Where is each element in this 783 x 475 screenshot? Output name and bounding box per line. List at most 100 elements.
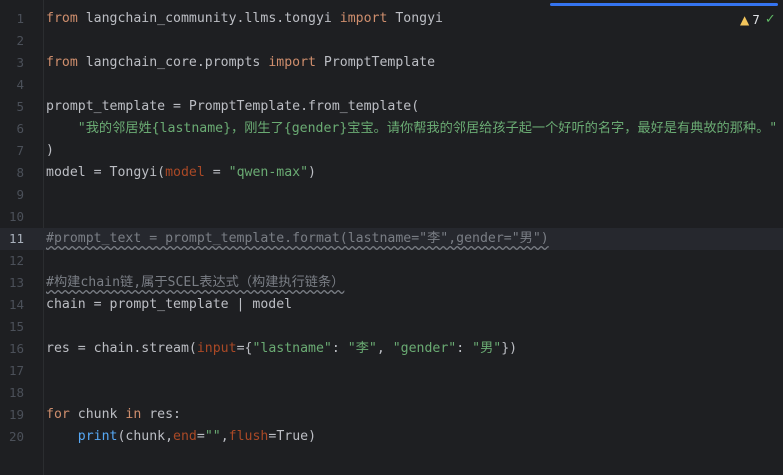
line-number: 1 bbox=[16, 11, 24, 26]
line-number: 8 bbox=[16, 165, 24, 180]
warning-triangle-icon: ▲ bbox=[740, 12, 750, 27]
code-token: chain = prompt_template | model bbox=[46, 297, 293, 312]
code-line[interactable]: 17 bbox=[0, 360, 783, 382]
double-check-icon: ✓ bbox=[764, 12, 776, 27]
code-token: in bbox=[125, 407, 142, 422]
code-token: "男" bbox=[472, 341, 502, 356]
line-number: 14 bbox=[8, 297, 24, 312]
code-token: }) bbox=[501, 341, 518, 356]
code-token: end bbox=[173, 429, 197, 444]
code-token: import bbox=[268, 55, 316, 70]
line-number: 19 bbox=[8, 407, 24, 422]
line-number: 6 bbox=[16, 121, 24, 136]
code-text: ) bbox=[46, 140, 54, 162]
warning-count: 7 bbox=[752, 12, 760, 27]
code-line[interactable]: 1 from langchain_community.llms.tongyi im… bbox=[0, 8, 783, 30]
code-token: "" bbox=[204, 429, 221, 444]
code-token: "qwen-max" bbox=[228, 165, 309, 180]
code-token: chunk bbox=[69, 407, 126, 422]
code-text: res = chain.stream(input={"lastname": "李… bbox=[46, 338, 517, 360]
line-number: 12 bbox=[8, 253, 24, 268]
code-token: "李" bbox=[347, 341, 377, 356]
line-number: 11 bbox=[8, 231, 24, 246]
code-token: = bbox=[196, 429, 205, 444]
line-number: 20 bbox=[8, 429, 24, 444]
code-line[interactable]: 15 bbox=[0, 316, 783, 338]
line-number: 10 bbox=[8, 209, 24, 224]
code-text: chain = prompt_template | model bbox=[46, 294, 292, 316]
code-token: PromptTemplate bbox=[315, 55, 436, 70]
code-line[interactable]: 10 bbox=[0, 206, 783, 228]
code-token: flush bbox=[228, 429, 269, 444]
code-token: (chunk, bbox=[117, 429, 174, 444]
line-number: 4 bbox=[16, 77, 24, 92]
code-line[interactable]: 7) bbox=[0, 140, 783, 162]
code-token: from bbox=[46, 11, 78, 26]
code-token: , bbox=[376, 341, 393, 356]
code-line[interactable]: 5 prompt_template = PromptTemplate.from_t… bbox=[0, 96, 783, 118]
line-number: 15 bbox=[8, 319, 24, 334]
code-line[interactable]: 13 #构建chain链,属于SCEL表达式（构建执行链条） bbox=[0, 272, 783, 294]
code-line[interactable]: 16 res = chain.stream(input={"lastname": … bbox=[0, 338, 783, 360]
line-number: 5 bbox=[16, 99, 24, 114]
code-line[interactable]: 2 bbox=[0, 30, 783, 52]
line-number: 7 bbox=[16, 143, 24, 158]
code-line[interactable]: 14 chain = prompt_template | model bbox=[0, 294, 783, 316]
code-line[interactable]: 3 from langchain_core.prompts import Prom… bbox=[0, 52, 783, 74]
code-line[interactable]: 18 bbox=[0, 382, 783, 404]
code-token: "我的邻居姓{lastname}，刚生了{gender}宝宝。请你帮我的邻居给孩… bbox=[77, 121, 778, 136]
scroll-indicator[interactable] bbox=[550, 3, 778, 6]
line-number: 3 bbox=[16, 55, 24, 70]
code-token: ={ bbox=[236, 341, 253, 356]
code-text: "我的邻居姓{lastname}，刚生了{gender}宝宝。请你帮我的邻居给孩… bbox=[46, 118, 777, 140]
code-token: ) bbox=[46, 143, 54, 158]
code-token: prompt_template = PromptTemplate.from_te… bbox=[46, 99, 420, 114]
code-text: #构建chain链,属于SCEL表达式（构建执行链条） bbox=[46, 272, 344, 294]
code-token: for bbox=[46, 407, 70, 422]
code-token: res = chain.stream( bbox=[46, 341, 197, 356]
code-text: from langchain_core.prompts import Promp… bbox=[46, 52, 435, 74]
code-token: #构建chain链,属于SCEL表达式（构建执行链条） bbox=[46, 275, 345, 290]
code-text: prompt_template = PromptTemplate.from_te… bbox=[46, 96, 419, 118]
line-number: 17 bbox=[8, 363, 24, 378]
code-line[interactable]: 9 bbox=[0, 184, 783, 206]
code-line[interactable]: 12 bbox=[0, 250, 783, 272]
code-line[interactable]: 6 "我的邻居姓{lastname}，刚生了{gender}宝宝。请你帮我的邻居… bbox=[0, 118, 783, 140]
code-token: =True) bbox=[268, 429, 317, 444]
code-token: print bbox=[77, 429, 118, 444]
code-line[interactable]: 8 model = Tongyi(model = "qwen-max") bbox=[0, 162, 783, 184]
line-number: 13 bbox=[8, 275, 24, 290]
line-number: 2 bbox=[16, 33, 24, 48]
code-token: langchain_core.prompts bbox=[77, 55, 269, 70]
code-token: import bbox=[339, 11, 388, 26]
code-line[interactable]: 11 #prompt_text = prompt_template.format(… bbox=[0, 228, 783, 250]
code-token: Tongyi bbox=[387, 11, 443, 26]
code-token: model = Tongyi( bbox=[46, 165, 166, 180]
code-token: input bbox=[196, 341, 237, 356]
code-token: : bbox=[456, 341, 473, 356]
line-number: 9 bbox=[16, 187, 24, 202]
line-number: 16 bbox=[8, 341, 24, 356]
code-token: "lastname" bbox=[252, 341, 332, 356]
code-token: = bbox=[204, 165, 229, 180]
code-token: res: bbox=[141, 407, 181, 422]
code-text: from langchain_community.llms.tongyi imp… bbox=[46, 8, 443, 30]
code-token: ) bbox=[308, 165, 316, 180]
code-token: : bbox=[331, 341, 348, 356]
code-token: model bbox=[165, 165, 205, 180]
code-text: for chunk in res: bbox=[46, 404, 181, 426]
code-token: langchain_community.llms.tongyi bbox=[77, 11, 340, 26]
code-line[interactable]: 20 print(chunk,end="",flush=True) bbox=[0, 426, 783, 448]
code-text: model = Tongyi(model = "qwen-max") bbox=[46, 162, 316, 184]
code-token: from bbox=[46, 55, 78, 70]
code-text: #prompt_text = prompt_template.format(la… bbox=[46, 228, 549, 250]
code-token: "gender" bbox=[392, 341, 457, 356]
code-text: print(chunk,end="",flush=True) bbox=[46, 426, 316, 448]
inspection-widget[interactable]: ▲ 7 ✓ bbox=[740, 12, 776, 27]
code-line[interactable]: 4 bbox=[0, 74, 783, 96]
code-token: #prompt_text = prompt_template.format(la… bbox=[46, 231, 549, 246]
code-token: , bbox=[220, 429, 229, 444]
code-line[interactable]: 19 for chunk in res: bbox=[0, 404, 783, 426]
